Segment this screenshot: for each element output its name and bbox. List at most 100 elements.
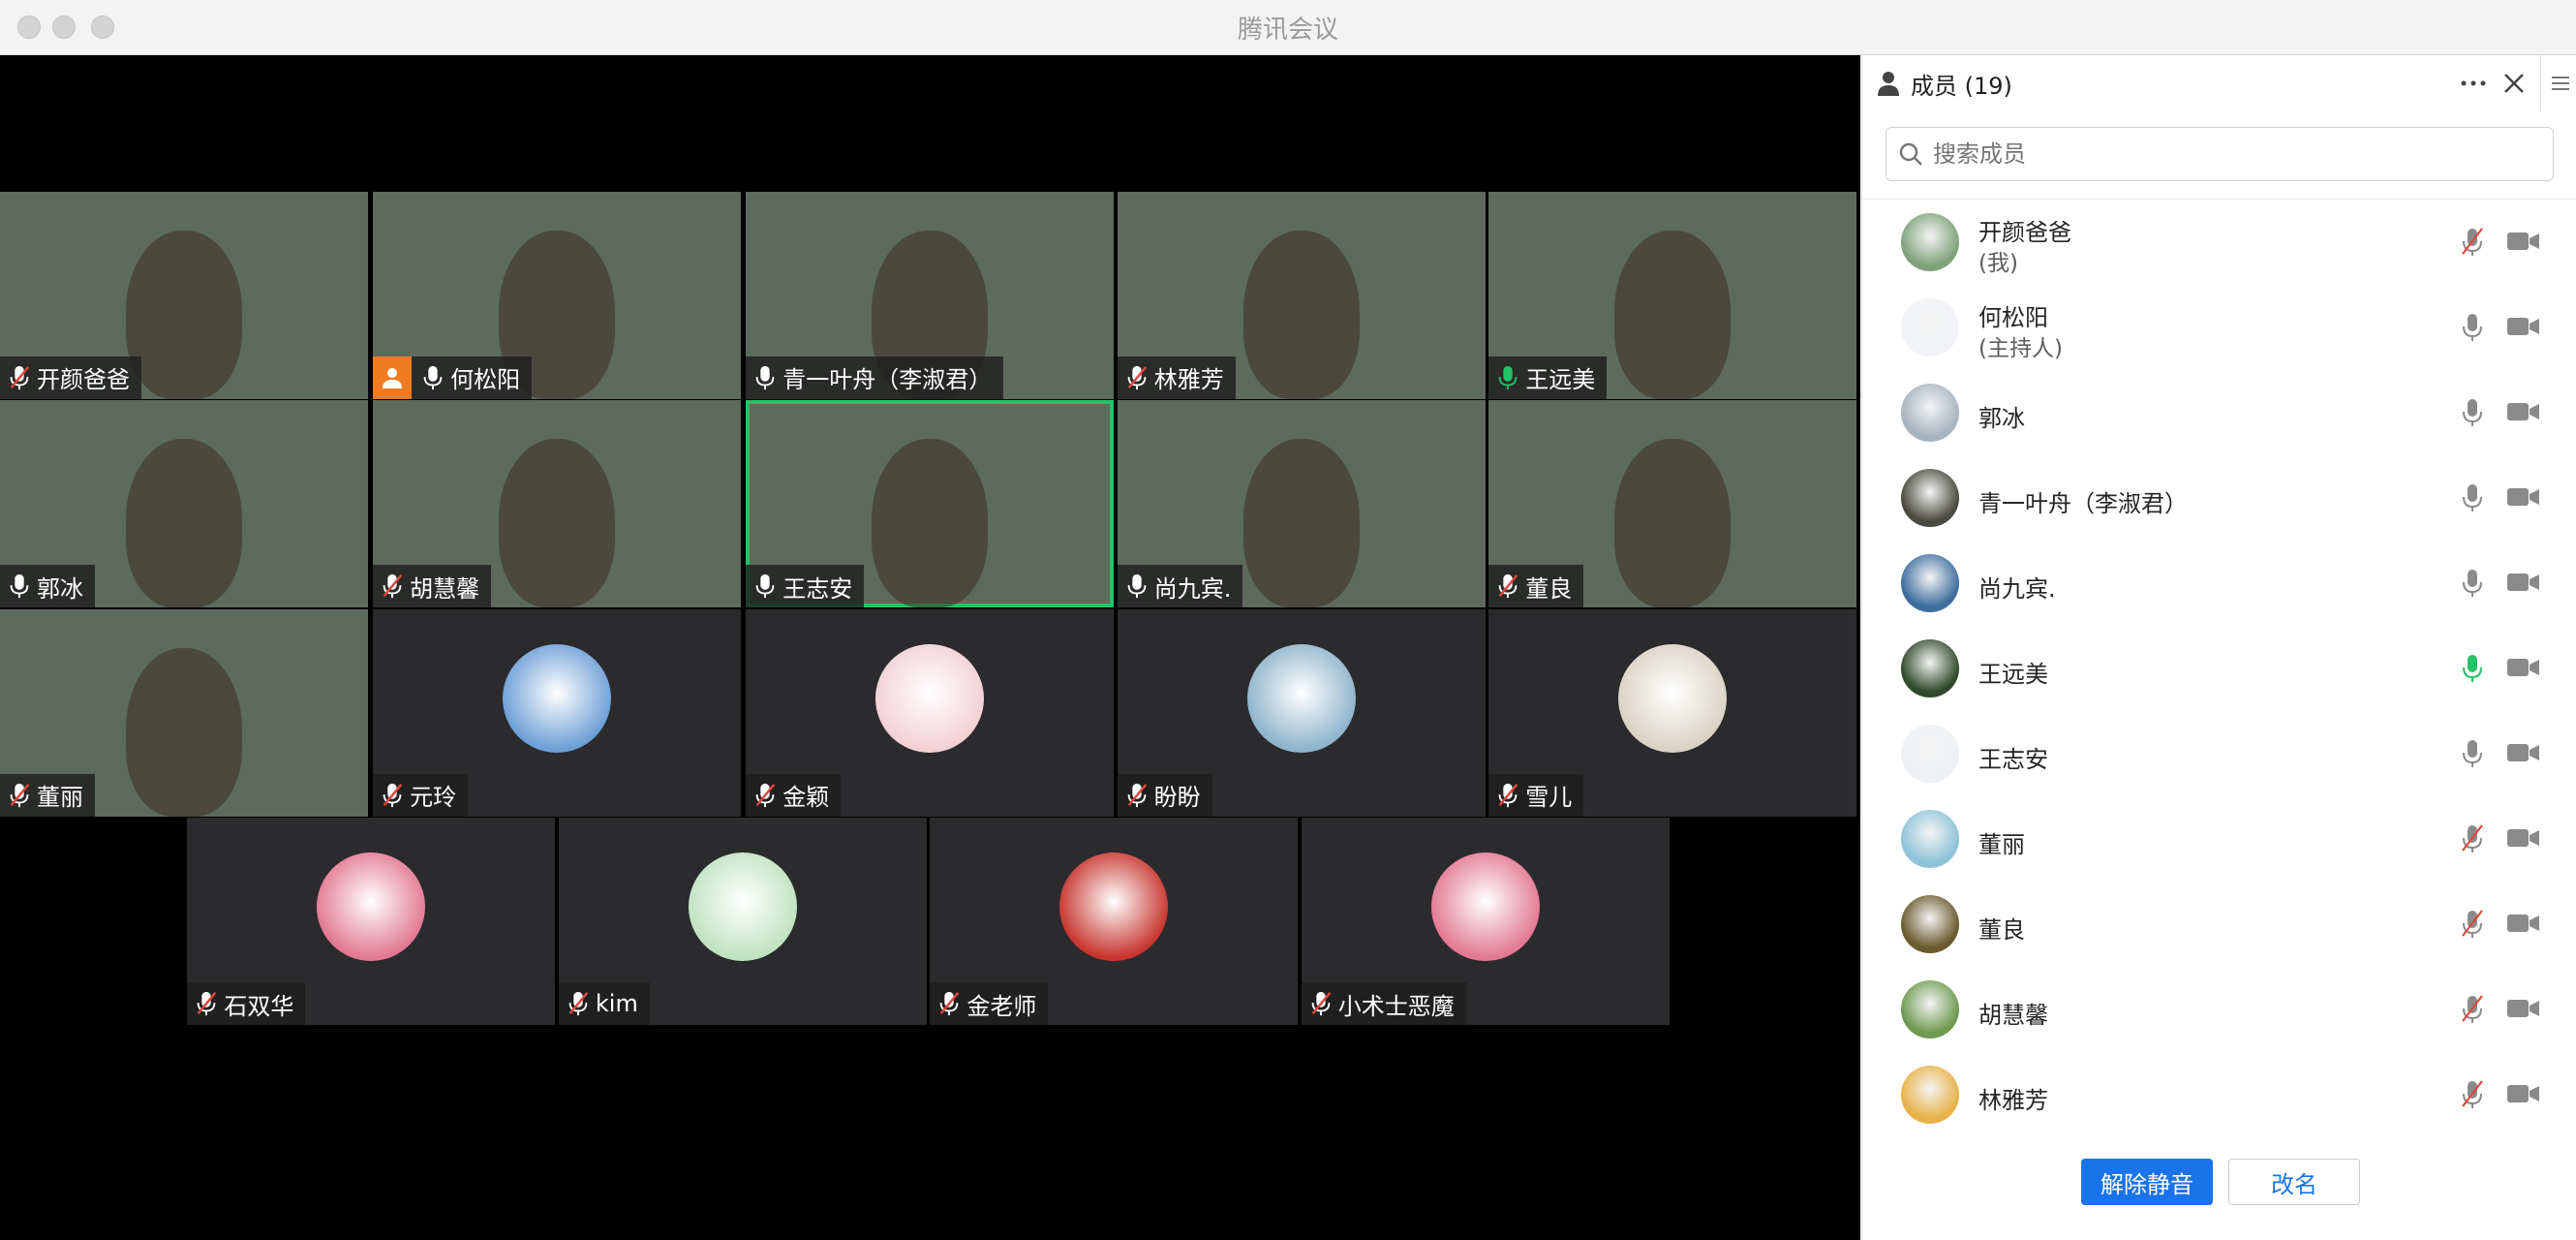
search-icon [1899,142,1922,166]
member-row[interactable]: 胡慧馨 [1862,967,2576,1052]
mic-icon[interactable] [2461,397,2484,428]
video-tile[interactable]: 王志安 [746,400,1115,608]
mic-muted-icon[interactable] [2461,909,2484,940]
member-name: 青一叶舟（李淑君） [1978,490,2188,517]
participant-name: 青一叶舟（李淑君） [782,366,993,394]
member-name: 董丽 [1978,831,2025,858]
member-name: 林雅芳 [1978,1087,2048,1114]
video-tile[interactable]: 董丽 [0,608,368,817]
member-avatar [1901,213,1959,271]
video-tile[interactable]: 金老师 [930,818,1299,1026]
camera-icon[interactable] [2507,827,2540,849]
video-tile[interactable]: 青一叶舟（李淑君） [746,191,1115,399]
participant-silhouette [126,439,242,608]
participant-avatar [875,643,985,753]
member-name: 开颜爸爸 [1978,219,2071,246]
mic-icon[interactable] [2461,312,2484,343]
video-tile[interactable]: 尚九宾. [1117,400,1486,608]
member-row[interactable]: 董丽 [1862,796,2576,882]
mic-icon[interactable] [2461,482,2484,513]
tile-name-bar: 金老师 [930,982,1049,1026]
participant-avatar [1059,852,1169,962]
camera-icon[interactable] [2507,316,2540,337]
menu-icon[interactable] [2550,73,2571,94]
video-tile[interactable]: 盼盼 [1117,608,1486,817]
member-search[interactable] [1886,127,2554,181]
video-tile[interactable]: 小术士恶魔 [1301,818,1670,1026]
member-row[interactable]: 郭冰 [1862,370,2576,455]
close-icon[interactable] [2501,71,2527,96]
mic-icon [755,574,775,599]
member-avatar [1901,639,1959,698]
tile-name-bar: 元玲 [373,773,469,817]
camera-icon[interactable] [2507,742,2540,763]
video-tile[interactable]: 董良 [1488,400,1857,608]
member-avatar [1901,384,1959,442]
more-icon[interactable] [2459,69,2488,98]
member-avatar [1901,1066,1959,1124]
member-list[interactable]: 开颜爸爸 (我) 何松阳 (主持人) 郭冰青一叶舟（李淑君） 尚九宾. 王远美 王志安董丽董良… [1862,199,2576,1183]
video-grid: 开颜爸爸 何松阳 青一叶舟（李淑君） 林雅芳 王远美郭冰 胡慧馨 王志安 尚九宾. 董良董丽 元玲… [0,55,1860,1240]
mic-muted-icon[interactable] [2461,1079,2484,1110]
mic-icon[interactable] [2461,738,2484,769]
mic-muted-icon [1127,783,1148,807]
member-row[interactable]: 董良 [1862,882,2576,967]
participant-name: 林雅芳 [1153,366,1224,394]
unmute-button[interactable]: 解除静音 [2081,1159,2213,1205]
mic-muted-icon [10,365,30,389]
tile-name-bar: 青一叶舟（李淑君） [746,356,1004,399]
member-row[interactable]: 王远美 [1862,626,2576,711]
video-tile[interactable]: 金颖 [746,608,1115,817]
mic-muted-icon [383,783,403,807]
member-role: (主持人) [1978,336,2063,361]
member-row[interactable]: 何松阳 (主持人) [1862,285,2576,370]
camera-icon[interactable] [2507,572,2540,593]
member-row[interactable]: 尚九宾. [1862,541,2576,626]
title-bar: 腾讯会议 [0,0,2576,55]
mic-muted-icon[interactable] [2461,227,2484,258]
video-tile[interactable]: 郭冰 [0,400,368,608]
video-tile[interactable]: 元玲 [373,608,742,817]
camera-icon[interactable] [2507,998,2540,1019]
tile-name-bar: 王志安 [746,565,865,608]
participant-name: 开颜爸爸 [37,366,130,394]
participant-name: 董丽 [37,784,83,812]
member-row[interactable]: 王志安 [1862,711,2576,796]
rename-button[interactable]: 改名 [2228,1159,2360,1205]
video-tile[interactable]: 林雅芳 [1117,191,1486,399]
camera-icon[interactable] [2507,1083,2540,1104]
video-tile[interactable]: 胡慧馨 [373,400,742,608]
camera-icon[interactable] [2507,486,2540,508]
camera-icon[interactable] [2507,401,2540,422]
mic-muted-icon [1311,992,1332,1016]
member-row[interactable]: 开颜爸爸 (我) [1862,200,2576,285]
camera-icon[interactable] [2507,913,2540,934]
tile-name-bar: 金颖 [746,773,842,817]
member-row[interactable]: 青一叶舟（李淑君） [1862,455,2576,541]
video-tile[interactable]: 开颜爸爸 [0,191,368,399]
video-tile[interactable]: 何松阳 [373,191,742,399]
participant-avatar [1430,852,1540,962]
mic-muted-icon [1127,365,1148,389]
member-row[interactable]: 林雅芳 [1862,1052,2576,1137]
participant-name: 石双华 [224,992,294,1020]
camera-icon[interactable] [2507,657,2540,678]
search-input[interactable] [1933,140,2514,168]
mic-muted-icon[interactable] [2461,823,2484,854]
mic-icon[interactable] [2461,568,2484,599]
tile-name-bar: 雪儿 [1488,773,1584,817]
mic-muted-icon[interactable] [2461,994,2484,1025]
mic-icon[interactable] [2461,653,2484,684]
video-tile[interactable]: 石双华 [187,818,556,1026]
video-tile[interactable]: 王远美 [1488,191,1857,399]
camera-icon[interactable] [2507,231,2540,252]
participant-avatar [1246,643,1356,753]
participant-silhouette [499,439,616,608]
participant-avatar [688,852,797,962]
member-avatar [1901,895,1959,953]
mic-muted-icon [10,783,30,807]
video-tile[interactable]: kim [558,818,927,1026]
video-tile[interactable]: 雪儿 [1488,608,1857,817]
participant-silhouette [1242,230,1360,399]
tile-name-bar: 林雅芳 [1117,356,1236,399]
